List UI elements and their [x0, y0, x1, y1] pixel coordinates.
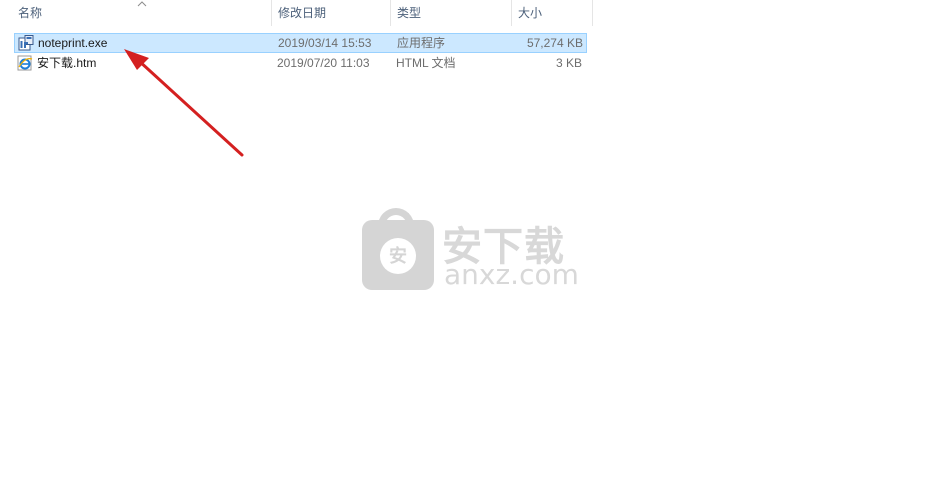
watermark-en-text: anxz.com: [444, 258, 579, 291]
anxz-watermark: 安 安下载 anxz.com: [362, 208, 582, 292]
watermark-shield: 安: [380, 238, 416, 274]
